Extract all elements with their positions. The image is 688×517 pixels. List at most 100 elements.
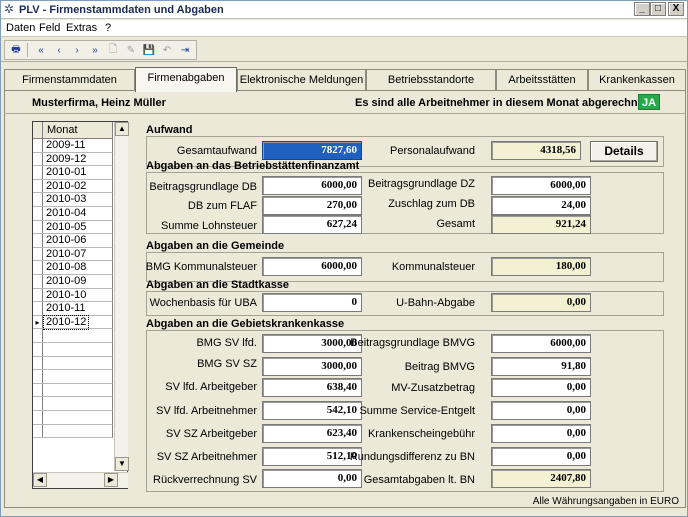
menu-extras[interactable]: Extras	[66, 22, 97, 34]
horizontal-scrollbar[interactable]: ◀ ▶	[33, 472, 128, 488]
next-record-icon[interactable]: ›	[69, 42, 85, 58]
month-row[interactable]: 2010-11	[33, 302, 113, 316]
month-list[interactable]: Monat 2009-11 2009-12 2010-01 2010-02 2010-0…	[32, 121, 129, 489]
row-selector[interactable]	[33, 247, 43, 261]
wochenbasis-field[interactable]: 0	[262, 293, 362, 312]
gesamtabgaben-field[interactable]: 2407,80	[491, 469, 591, 488]
first-record-icon[interactable]: «	[33, 42, 49, 58]
month-row[interactable]: 2010-03	[33, 193, 113, 207]
row-selector[interactable]	[33, 275, 43, 288]
month-row[interactable]: 2010-10	[33, 288, 113, 303]
new-record-icon[interactable]: 🗋	[105, 42, 121, 58]
undo-icon[interactable]: ↶	[159, 42, 175, 58]
krankenschein-field[interactable]: 0,00	[491, 424, 591, 443]
scroll-right-icon[interactable]: ▶	[104, 473, 118, 487]
month-row[interactable]	[33, 329, 113, 343]
tab-arbeitsstaetten[interactable]: Arbeitsstätten	[496, 69, 588, 91]
sv-sz-ag-field[interactable]: 623,40	[262, 424, 362, 443]
last-record-icon[interactable]: »	[87, 42, 103, 58]
gesamt-field[interactable]: 921,24	[491, 215, 591, 234]
mv-zusatz-field[interactable]: 0,00	[491, 378, 591, 397]
tab-elektronische-meldungen[interactable]: Elektronische Meldungen	[237, 69, 366, 91]
lohnsteuer-field[interactable]: 627,24	[262, 215, 362, 234]
month-row[interactable]: 2010-01	[33, 166, 113, 180]
month-row[interactable]	[33, 383, 113, 398]
rundung-field[interactable]: 0,00	[491, 447, 591, 466]
row-selector[interactable]	[33, 152, 43, 166]
minimize-button[interactable]: _	[634, 2, 650, 16]
month-row[interactable]: 2010-02	[33, 179, 113, 194]
menu-feld[interactable]: Feld	[39, 22, 60, 34]
close-button[interactable]: X	[668, 2, 684, 16]
scroll-up-icon[interactable]: ▲	[115, 122, 129, 136]
exit-icon[interactable]: ⇥	[177, 42, 193, 58]
sv-sz-an-field[interactable]: 512,10	[262, 447, 362, 466]
sv-lfd-an-field[interactable]: 542,10	[262, 401, 362, 420]
zuschlag-db-field[interactable]: 24,00	[491, 196, 591, 215]
month-row[interactable]	[33, 424, 113, 439]
month-row[interactable]: 2010-09	[33, 275, 113, 289]
tab-krankenkassen[interactable]: Krankenkassen	[588, 69, 686, 91]
menu-daten[interactable]: Daten	[6, 22, 35, 34]
gesamtaufwand-field[interactable]: 7827,60	[262, 141, 362, 160]
vertical-scrollbar[interactable]: ▲ ▼	[114, 122, 129, 471]
row-selector[interactable]	[33, 220, 43, 234]
row-selector[interactable]	[33, 302, 43, 315]
month-row[interactable]	[33, 356, 113, 371]
row-selector[interactable]	[33, 207, 43, 220]
month-row[interactable]: 2010-08	[33, 261, 113, 275]
month-row[interactable]	[33, 343, 113, 357]
bmg-sv-lfd-field[interactable]: 3000,00	[262, 334, 362, 353]
tab-betriebsstandorte[interactable]: Betriebsstandorte	[366, 69, 496, 91]
month-row[interactable]	[33, 397, 113, 411]
ubahn-field[interactable]: 0,00	[491, 293, 591, 312]
print-icon[interactable]: 🖶	[8, 42, 24, 58]
beitragsgrundlage-dz-field[interactable]: 6000,00	[491, 176, 591, 195]
month-row[interactable]: 2010-04	[33, 207, 113, 221]
month-row[interactable]	[33, 411, 113, 425]
month-row[interactable]	[33, 370, 113, 384]
db-flaf-field[interactable]: 270,00	[262, 196, 362, 215]
details-button[interactable]: Details	[590, 141, 658, 162]
kommunalsteuer-field[interactable]: 180,00	[491, 257, 591, 276]
rueckverrechnung-field[interactable]: 0,00	[262, 469, 362, 488]
month-row[interactable]: 2009-12	[33, 152, 113, 167]
row-selector[interactable]	[33, 234, 43, 247]
row-selector[interactable]	[33, 343, 43, 356]
month-row[interactable]: ▸ 2010-12	[33, 314, 113, 330]
month-row[interactable]: 2010-05	[33, 220, 113, 235]
beitragsgrundlage-db-field[interactable]: 6000,00	[262, 176, 362, 195]
tab-firmenabgaben[interactable]: Firmenabgaben	[135, 67, 237, 92]
service-entgelt-field[interactable]: 0,00	[491, 401, 591, 420]
scroll-left-icon[interactable]: ◀	[33, 473, 47, 487]
previous-record-icon[interactable]: ‹	[51, 42, 67, 58]
bmg-sv-sz-field[interactable]: 3000,00	[262, 357, 362, 376]
bmvg-beitrag-field[interactable]: 91,80	[491, 357, 591, 376]
row-selector[interactable]	[33, 193, 43, 206]
scroll-down-icon[interactable]: ▼	[115, 457, 129, 471]
row-selector[interactable]	[33, 370, 43, 383]
personalaufwand-field[interactable]: 4318,56	[491, 141, 581, 160]
month-row[interactable]: 2010-06	[33, 234, 113, 248]
row-selector[interactable]	[33, 329, 43, 342]
row-selector[interactable]	[33, 424, 43, 438]
edit-record-icon[interactable]: ✎	[123, 42, 139, 58]
tab-firmenstammdaten[interactable]: Firmenstammdaten	[4, 69, 135, 91]
row-selector[interactable]	[33, 383, 43, 397]
row-selector[interactable]	[33, 179, 43, 193]
row-selector[interactable]	[33, 397, 43, 410]
maximize-button[interactable]: □	[650, 2, 666, 16]
row-selector[interactable]	[33, 356, 43, 370]
month-row[interactable]: 2009-11	[33, 139, 113, 153]
save-icon[interactable]: 💾	[141, 42, 157, 58]
row-selector[interactable]	[33, 261, 43, 274]
current-row-indicator-icon[interactable]: ▸	[33, 315, 43, 329]
row-selector[interactable]	[33, 288, 43, 302]
bmg-kommunalsteuer-field[interactable]: 6000,00	[262, 257, 362, 276]
row-selector[interactable]	[33, 166, 43, 179]
row-selector[interactable]	[33, 139, 43, 152]
bmvg-grundlage-field[interactable]: 6000,00	[491, 334, 591, 353]
row-selector[interactable]	[33, 411, 43, 424]
menu-help[interactable]: ?	[105, 22, 111, 34]
month-row[interactable]: 2010-07	[33, 247, 113, 262]
